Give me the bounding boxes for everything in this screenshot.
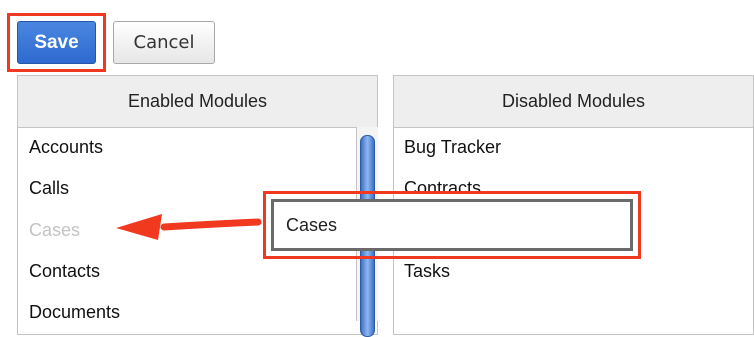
disabled-item-bug-tracker[interactable]: Bug Tracker	[404, 137, 501, 158]
enabled-item-calls[interactable]: Calls	[29, 178, 69, 199]
save-button[interactable]: Save	[17, 21, 96, 64]
enabled-item-contacts[interactable]: Contacts	[29, 261, 100, 282]
cancel-button[interactable]: Cancel	[113, 21, 215, 64]
dragged-item-label: Cases	[286, 214, 338, 235]
dragged-item-cases[interactable]: Cases	[271, 199, 633, 251]
disabled-item-tasks[interactable]: Tasks	[404, 261, 450, 282]
enabled-item-cases-placeholder: Cases	[29, 220, 81, 240]
disabled-modules-header: Disabled Modules	[394, 76, 753, 128]
left-arrow-icon	[116, 214, 262, 240]
enabled-item-documents[interactable]: Documents	[29, 302, 120, 323]
enabled-item-accounts[interactable]: Accounts	[29, 137, 103, 158]
enabled-modules-header: Enabled Modules	[18, 76, 377, 128]
